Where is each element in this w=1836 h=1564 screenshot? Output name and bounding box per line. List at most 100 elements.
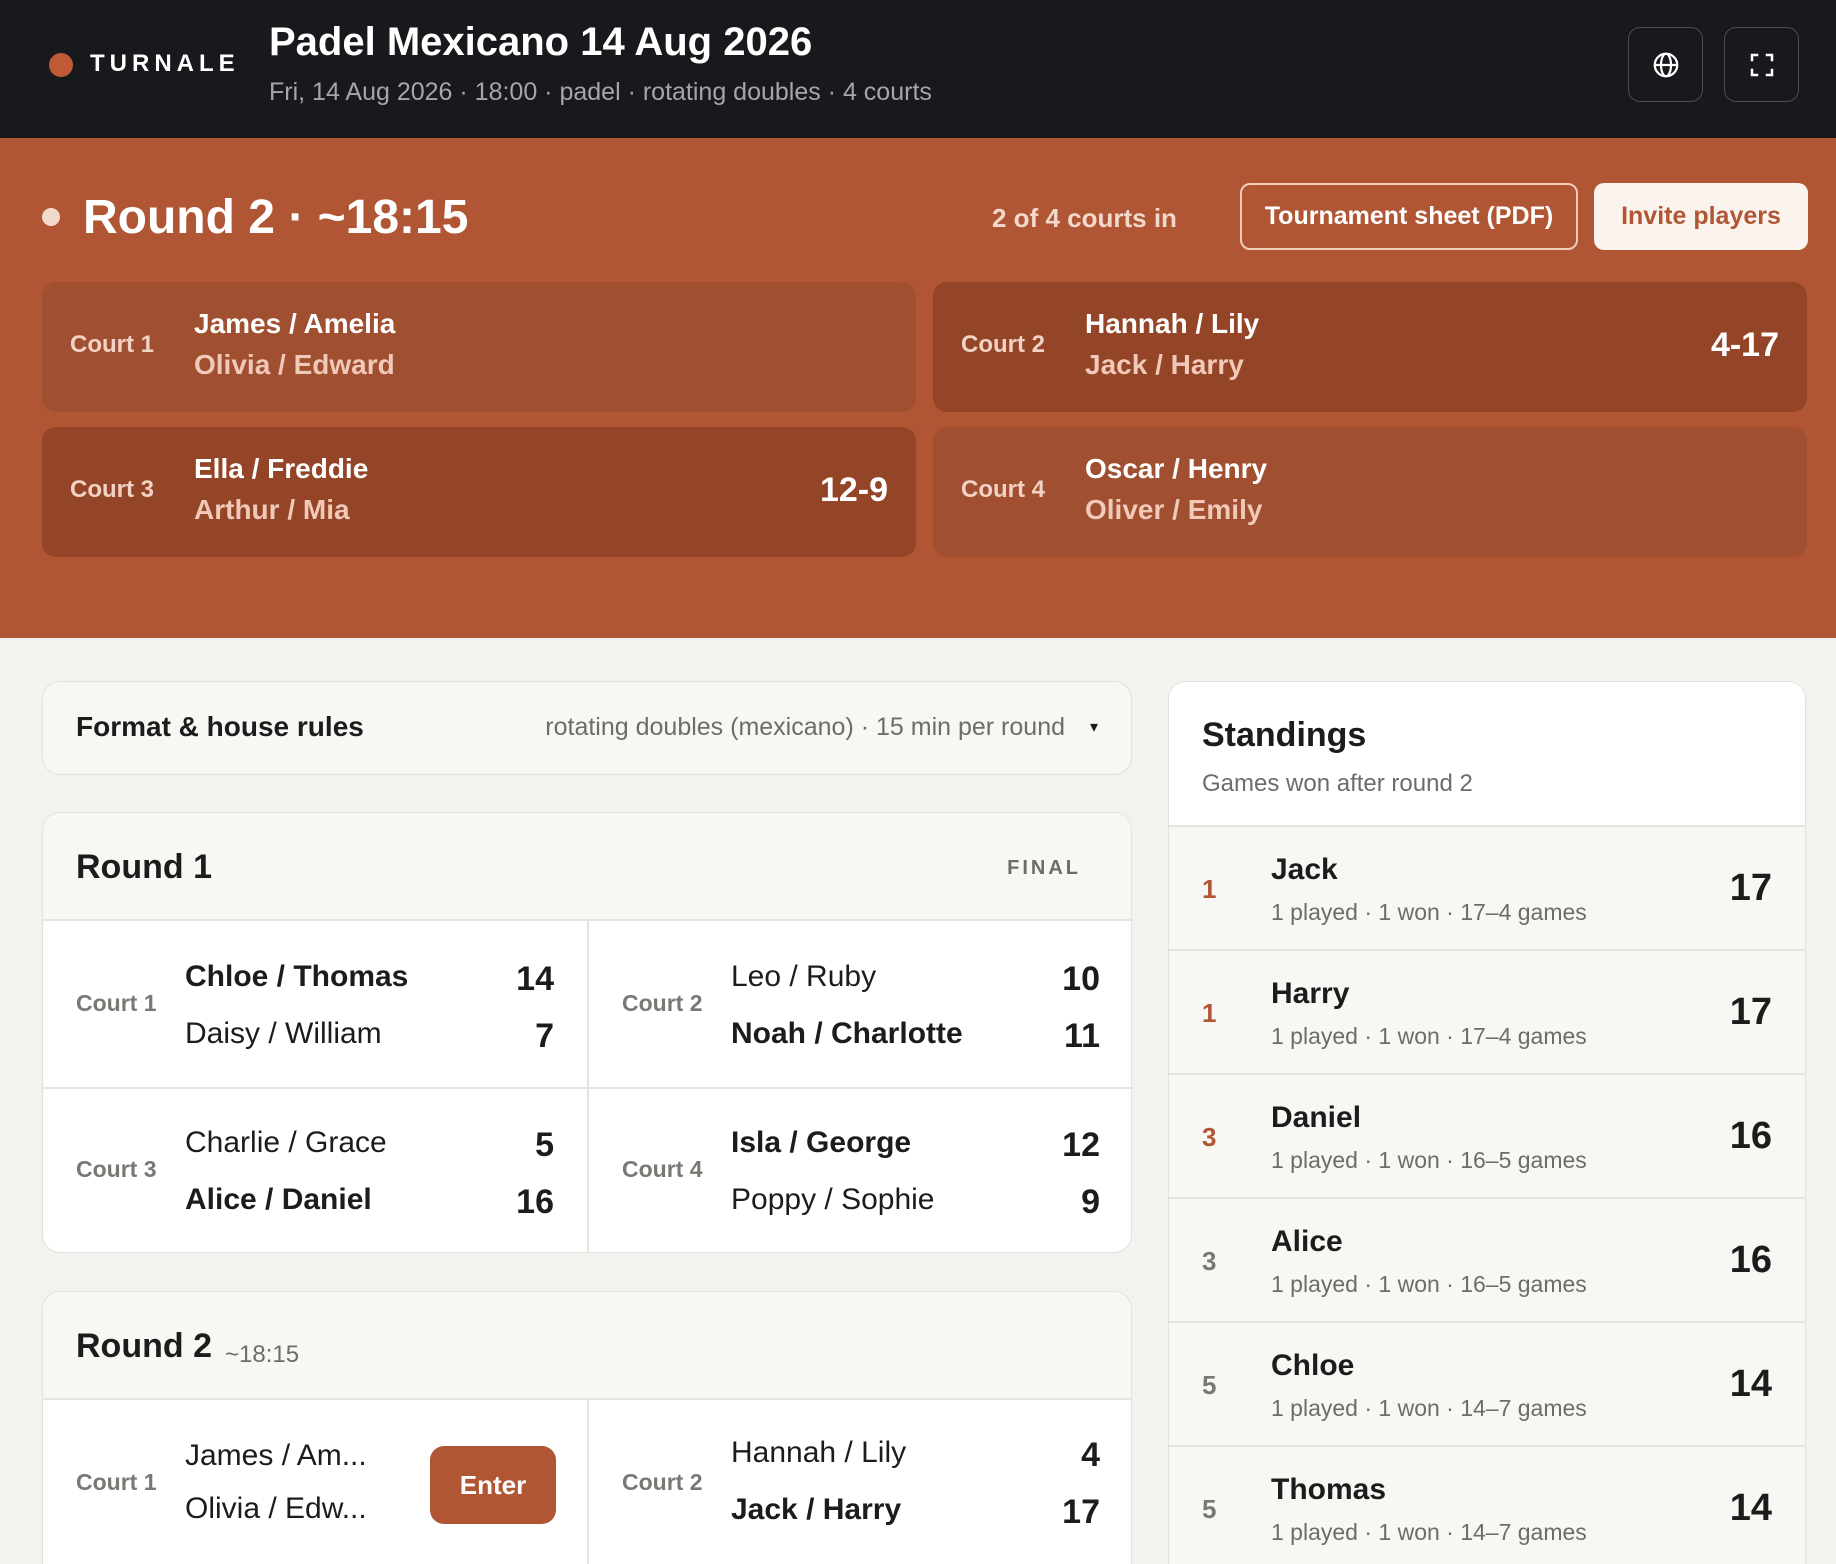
live-court-4[interactable]: Court 4 Oscar / Henry Oliver / Emily xyxy=(933,427,1807,557)
player-name: Alice xyxy=(1271,1225,1343,1258)
team-two: Noah / Charlotte xyxy=(731,1017,963,1050)
fullscreen-button[interactable] xyxy=(1724,27,1799,102)
standings-row[interactable]: 1 Harry 1 played · 1 won · 17–4 games 17 xyxy=(1169,951,1805,1075)
court-label: Court 2 xyxy=(622,990,703,1016)
court-label: Court 1 xyxy=(70,331,154,358)
event-subtitle: Fri, 14 Aug 2026 · 18:00 · padel · rotat… xyxy=(269,78,932,106)
standings-card: Standings Games won after round 2 1 Jack… xyxy=(1168,681,1806,1564)
player-points: 16 xyxy=(1729,1115,1772,1157)
score-one: 4 xyxy=(1081,1436,1100,1474)
globe-icon xyxy=(1653,52,1678,77)
brand-logo: TURNALE xyxy=(90,50,240,77)
round-header: Round 2 ~18:15 xyxy=(43,1292,1131,1400)
player-name: Harry xyxy=(1271,977,1350,1010)
score-one: 10 xyxy=(1062,960,1100,998)
player-points: 14 xyxy=(1729,1363,1772,1405)
round-time: ~18:15 xyxy=(225,1341,300,1368)
live-court-3[interactable]: Court 3 Ella / Freddie Arthur / Mia 12-9 xyxy=(42,427,916,557)
match-court-3[interactable]: Court 3 Charlie / Grace Alice / Daniel 5… xyxy=(43,1087,587,1252)
score-two: 16 xyxy=(516,1183,554,1221)
round-header: Round 1 FINAL xyxy=(43,813,1131,921)
team-two: Poppy / Sophie xyxy=(731,1183,935,1216)
standings-row[interactable]: 5 Chloe 1 played · 1 won · 14–7 games 14 xyxy=(1169,1323,1805,1447)
format-rules-toggle[interactable]: Format & house rules rotating doubles (m… xyxy=(42,681,1132,775)
court-label: Court 2 xyxy=(961,331,1045,358)
standings-subtitle: Games won after round 2 xyxy=(1202,770,1473,797)
rank: 5 xyxy=(1202,1370,1217,1400)
player-stats: 1 played · 1 won · 14–7 games xyxy=(1271,1395,1587,1421)
team-one: Chloe / Thomas xyxy=(185,960,409,993)
team-one: Ella / Freddie xyxy=(194,453,369,484)
court-label: Court 3 xyxy=(70,476,154,503)
player-stats: 1 played · 1 won · 16–5 games xyxy=(1271,1271,1587,1297)
rank: 3 xyxy=(1202,1246,1217,1276)
live-indicator-icon xyxy=(42,208,60,226)
team-one: James / Amelia xyxy=(194,308,396,339)
player-stats: 1 played · 1 won · 17–4 games xyxy=(1271,1023,1587,1049)
event-title: Padel Mexicano 14 Aug 2026 xyxy=(269,20,813,64)
player-stats: 1 played · 1 won · 16–5 games xyxy=(1271,1147,1587,1173)
team-two: Olivia / Edward xyxy=(194,349,395,380)
match-court-1[interactable]: Court 1 James / Am... Olivia / Edw... En… xyxy=(43,1400,587,1564)
standings-row[interactable]: 3 Daniel 1 played · 1 won · 16–5 games 1… xyxy=(1169,1075,1805,1199)
match-court-2[interactable]: Court 2 Leo / Ruby Noah / Charlotte 10 1… xyxy=(589,921,1131,1087)
team-one: James / Am... xyxy=(185,1439,367,1472)
standings-row[interactable]: 1 Jack 1 played · 1 won · 17–4 games 17 xyxy=(1169,827,1805,951)
score-two: 7 xyxy=(535,1017,554,1055)
team-one: Leo / Ruby xyxy=(731,960,877,993)
rank: 3 xyxy=(1202,1122,1217,1152)
player-name: Chloe xyxy=(1271,1349,1355,1382)
standings-header: Standings Games won after round 2 xyxy=(1169,682,1805,827)
round-title: Round 1 xyxy=(76,848,212,886)
team-two: Jack / Harry xyxy=(731,1493,902,1526)
live-court-1[interactable]: Court 1 James / Amelia Olivia / Edward xyxy=(42,282,916,412)
language-button[interactable] xyxy=(1628,27,1703,102)
team-one: Charlie / Grace xyxy=(185,1126,387,1159)
team-two: Olivia / Edw... xyxy=(185,1492,367,1525)
standings-row[interactable]: 5 Thomas 1 played · 1 won · 14–7 games 1… xyxy=(1169,1447,1805,1564)
format-title: Format & house rules xyxy=(76,711,364,742)
top-bar: TURNALE Padel Mexicano 14 Aug 2026 Fri, … xyxy=(0,0,1836,138)
score-two: 17 xyxy=(1062,1493,1100,1531)
player-stats: 1 played · 1 won · 17–4 games xyxy=(1271,899,1587,925)
round-2-card: Round 2 ~18:15 Court 1 James / Am... Oli… xyxy=(42,1291,1132,1564)
player-name: Thomas xyxy=(1271,1473,1387,1506)
brand-dot-icon xyxy=(49,53,73,77)
court-score: 12-9 xyxy=(819,471,888,509)
court-label: Court 1 xyxy=(76,1469,157,1495)
score-one: 14 xyxy=(516,960,554,998)
court-label: Court 2 xyxy=(622,1469,703,1495)
score-one: 12 xyxy=(1062,1126,1100,1164)
tournament-sheet-button[interactable]: Tournament sheet (PDF) xyxy=(1240,183,1578,250)
team-one: Hannah / Lily xyxy=(731,1436,907,1469)
court-score: 4-17 xyxy=(1710,326,1779,364)
invite-players-button[interactable]: Invite players xyxy=(1594,183,1808,250)
player-points: 16 xyxy=(1729,1239,1772,1281)
player-points: 14 xyxy=(1729,1487,1772,1529)
format-meta: rotating doubles (mexicano) · 15 min per… xyxy=(545,713,1065,741)
round-status-badge: FINAL xyxy=(1007,857,1081,879)
live-court-2[interactable]: Court 2 Hannah / Lily Jack / Harry 4-17 xyxy=(933,282,1807,412)
player-stats: 1 played · 1 won · 14–7 games xyxy=(1271,1519,1587,1545)
standings-title: Standings xyxy=(1202,716,1367,754)
match-court-4[interactable]: Court 4 Isla / George Poppy / Sophie 12 … xyxy=(589,1087,1131,1252)
team-two: Jack / Harry xyxy=(1085,349,1244,380)
match-court-1[interactable]: Court 1 Chloe / Thomas Daisy / William 1… xyxy=(43,921,587,1087)
team-two: Arthur / Mia xyxy=(194,494,350,525)
score-one: 5 xyxy=(535,1126,554,1164)
team-one: Oscar / Henry xyxy=(1085,453,1268,484)
match-court-2[interactable]: Court 2 Hannah / Lily Jack / Harry 4 17 xyxy=(589,1400,1131,1564)
standings-row[interactable]: 3 Alice 1 played · 1 won · 16–5 games 16 xyxy=(1169,1199,1805,1323)
rank: 1 xyxy=(1202,998,1217,1028)
enter-score-button[interactable]: Enter xyxy=(430,1446,556,1524)
player-name: Jack xyxy=(1271,853,1338,886)
live-round-title: Round 2 · ~18:15 xyxy=(83,191,469,244)
court-label: Court 3 xyxy=(76,1156,157,1182)
score-two: 11 xyxy=(1064,1017,1100,1055)
team-two: Alice / Daniel xyxy=(185,1183,372,1216)
player-name: Daniel xyxy=(1271,1101,1362,1134)
court-label: Court 1 xyxy=(76,990,157,1016)
team-one: Isla / George xyxy=(731,1126,912,1159)
round-1-card: Round 1 FINAL Court 1 Chloe / Thomas Dai… xyxy=(42,812,1132,1253)
round-title: Round 2 xyxy=(76,1327,212,1365)
